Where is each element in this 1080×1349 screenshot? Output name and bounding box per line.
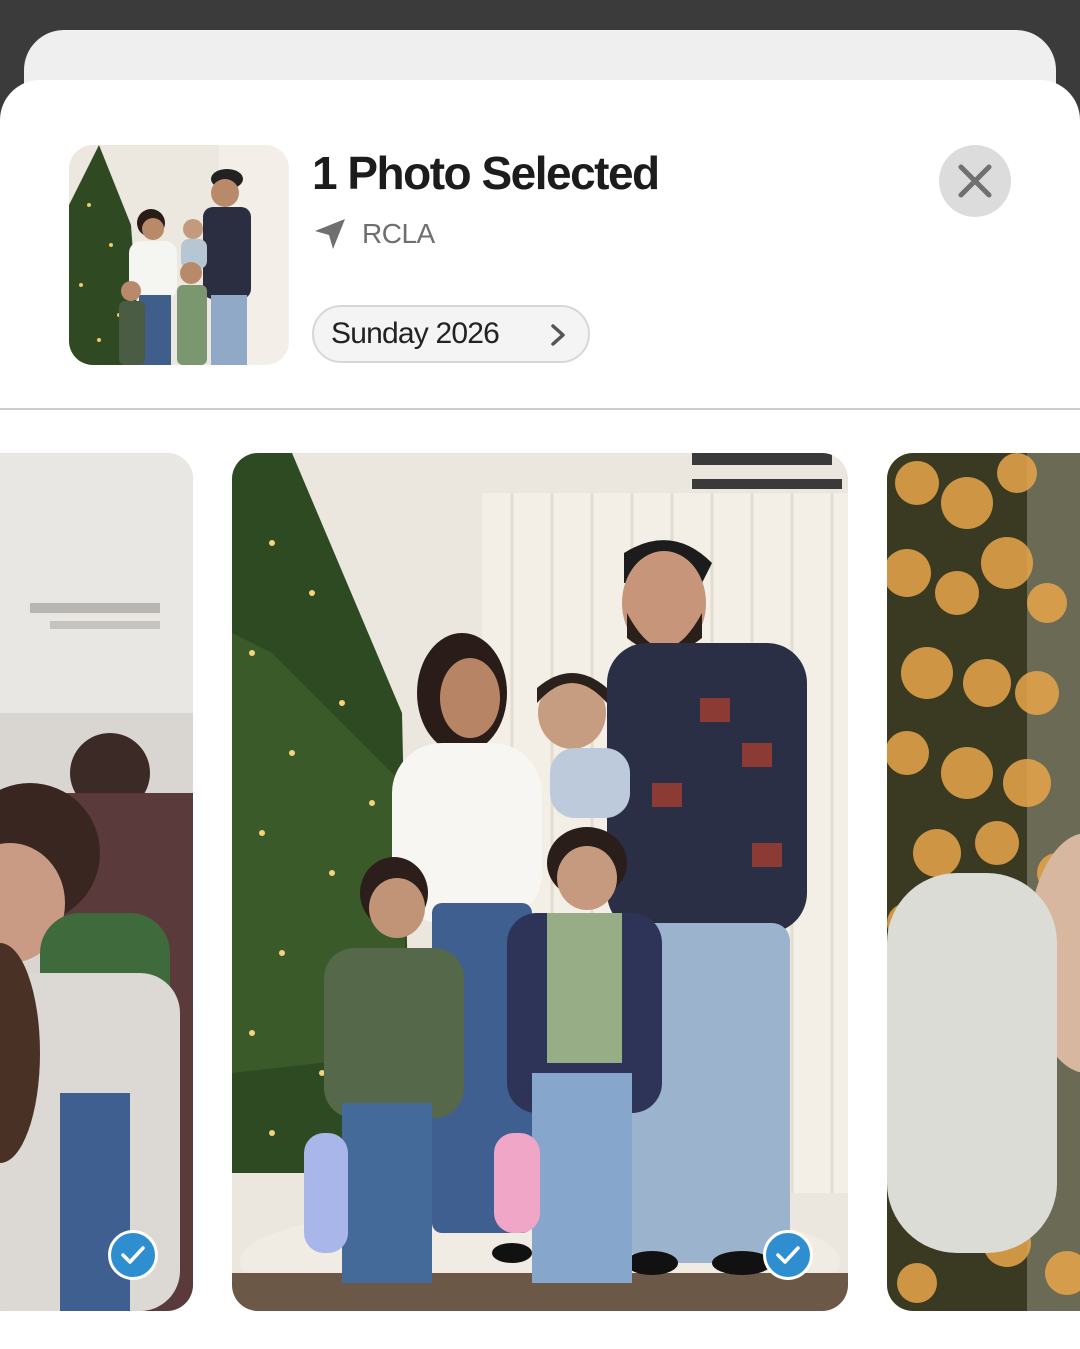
close-button[interactable] [939, 145, 1011, 217]
photo-card-main[interactable] [232, 453, 848, 1311]
album-chip[interactable]: Sunday 2026 [312, 305, 590, 363]
checkmark-icon [120, 1244, 146, 1266]
selected-check-badge-left [108, 1230, 158, 1280]
location-label: RCLA [362, 218, 435, 249]
album-chip-label: Sunday 2026 [331, 317, 500, 350]
location-row: RCLA [312, 212, 435, 256]
photo-card-right[interactable] [887, 453, 1080, 1311]
location-arrow-icon [312, 216, 348, 252]
checkmark-icon [775, 1244, 801, 1266]
close-icon [955, 161, 995, 201]
selection-title: 1 Photo Selected [312, 147, 660, 199]
share-sheet: 1 Photo Selected RCLA Sunday 2026 [0, 80, 1080, 1349]
selected-photo-thumbnail[interactable] [69, 145, 289, 365]
chevron-right-icon [546, 322, 570, 348]
selected-check-badge-main [763, 1230, 813, 1280]
photo-card-left[interactable] [0, 453, 193, 1311]
header-divider [0, 408, 1080, 410]
